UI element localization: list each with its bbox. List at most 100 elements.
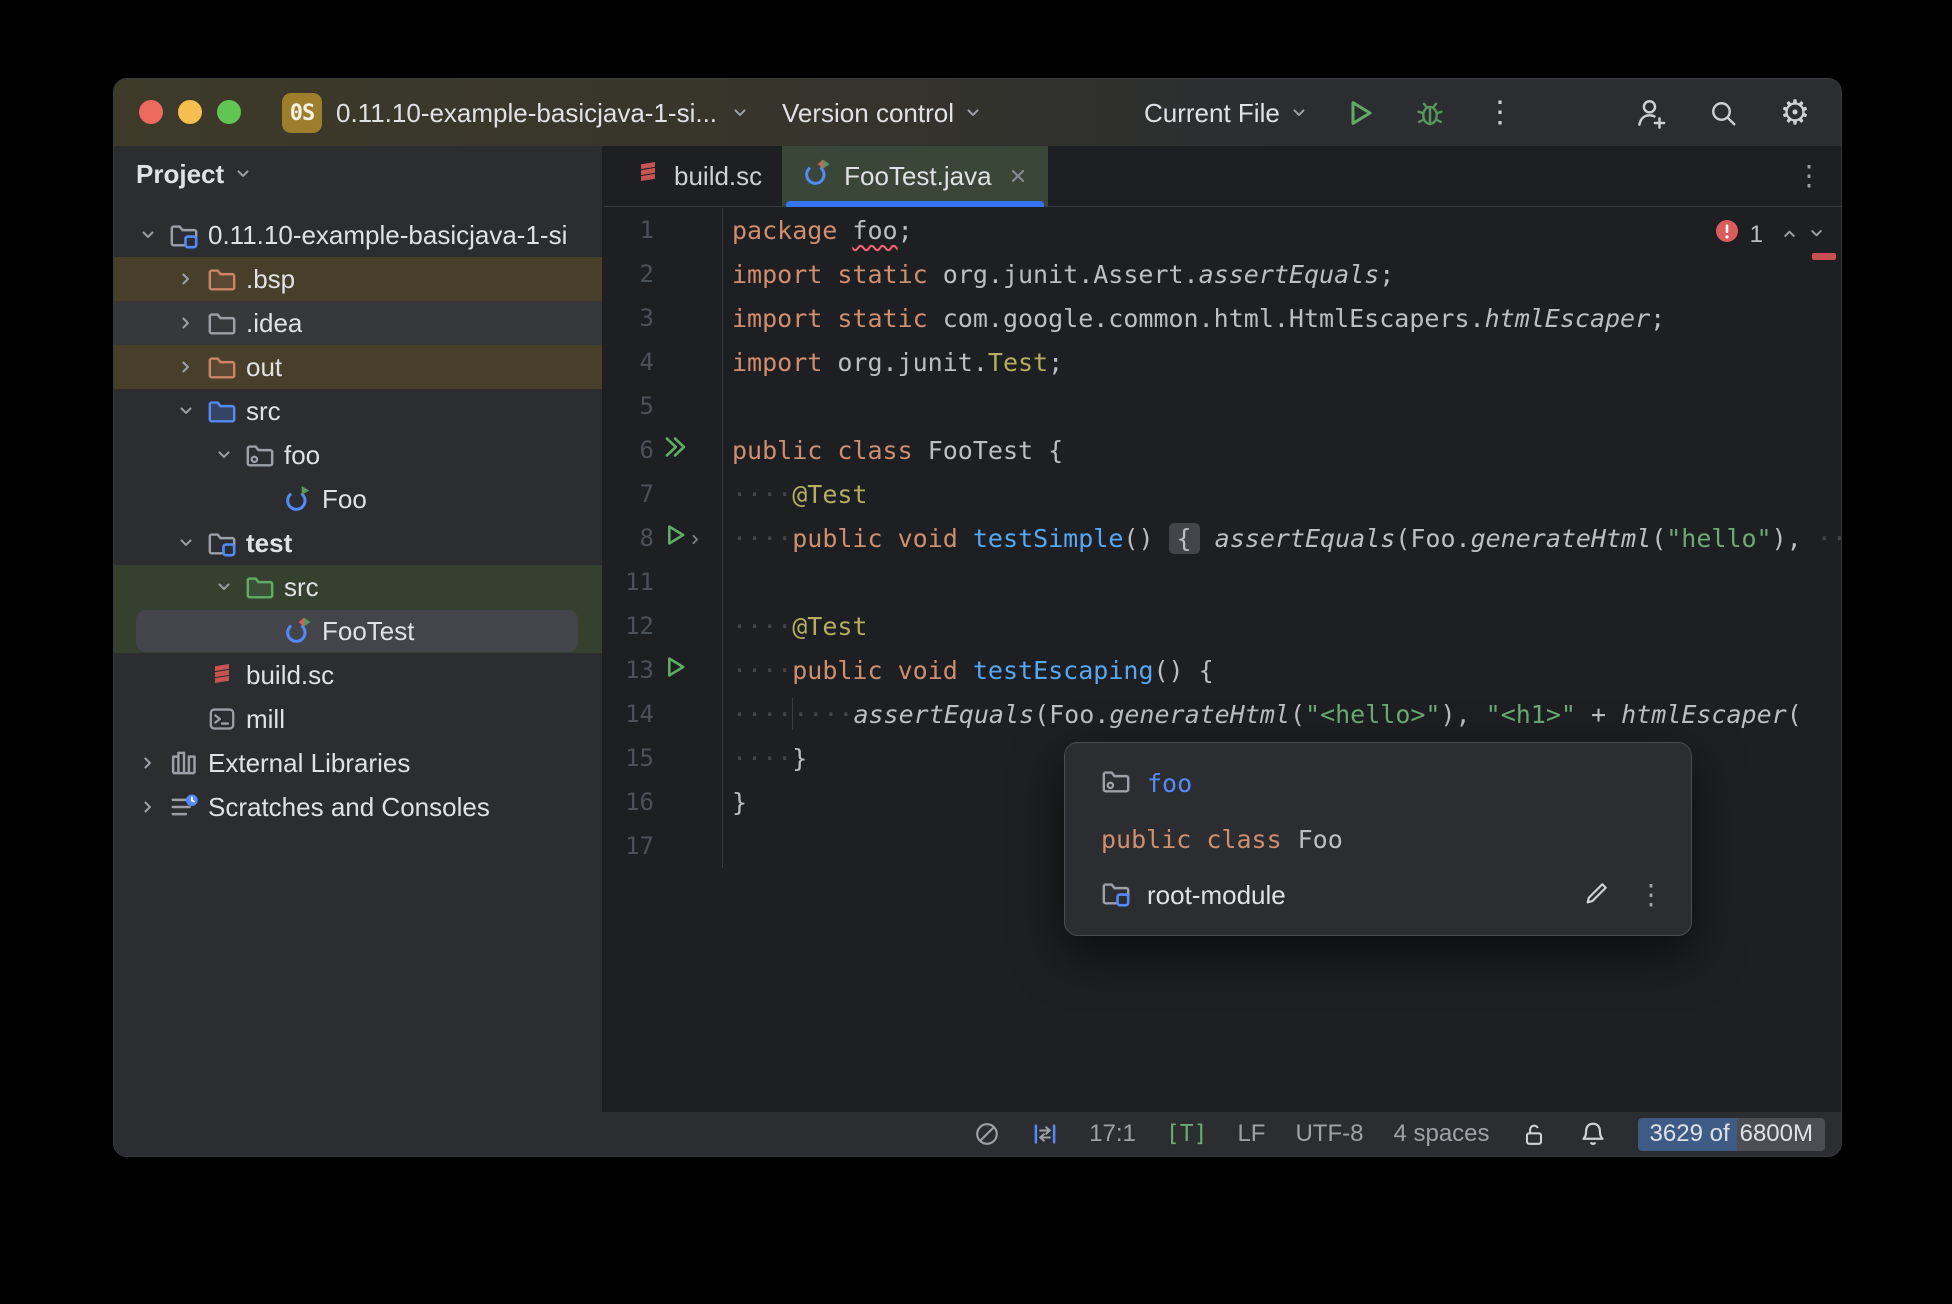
code-line-4[interactable]: 4 import org.junit. Test;: [604, 340, 1841, 384]
code-token: import: [732, 347, 823, 377]
tree-item-foo[interactable]: foo: [114, 433, 602, 477]
chevron-down-icon[interactable]: [168, 402, 204, 420]
run-all-icon[interactable]: [662, 434, 688, 466]
folded-region[interactable]: {: [1168, 522, 1200, 554]
tree-item-scratches-and-consoles[interactable]: Scratches and Consoles: [114, 785, 602, 829]
code-line-5[interactable]: 5: [604, 384, 1841, 428]
inspections-widget[interactable]: 1: [1714, 218, 1825, 251]
indent-setting[interactable]: 4 spaces: [1393, 1120, 1489, 1148]
tree-item-idea[interactable]: .idea: [114, 301, 602, 345]
code-line-7[interactable]: 7 ···· @Test: [604, 472, 1841, 516]
chevron-right-icon[interactable]: [168, 358, 204, 376]
chevron-right-icon[interactable]: [130, 798, 166, 816]
window-close-button[interactable]: [139, 100, 163, 124]
memory-total: 6800M: [1736, 1117, 1825, 1151]
next-error-icon[interactable]: [1808, 221, 1825, 249]
tree-item-footest[interactable]: FooTest: [114, 609, 602, 653]
code-token: generateHtml: [1470, 523, 1652, 553]
chevron-down-icon[interactable]: [206, 578, 242, 596]
code-token: static: [837, 259, 928, 289]
chevron-down-icon: [234, 159, 252, 190]
memory-indicator[interactable]: 3629 of 6800M: [1637, 1117, 1825, 1151]
tree-item-label: foo: [284, 439, 321, 470]
project-view-label: Project: [136, 158, 225, 189]
window-minimize-button[interactable]: [178, 100, 202, 124]
chevron-right-icon[interactable]: [168, 314, 204, 332]
code-line-2[interactable]: 2 import static org.junit.Assert. assertEq…: [604, 252, 1841, 296]
tree-item-src[interactable]: src: [114, 565, 602, 609]
close-icon[interactable]: [1008, 166, 1028, 186]
code-text: [722, 384, 1841, 428]
tree-item-src[interactable]: src: [114, 389, 602, 433]
tab-build-sc[interactable]: build.sc: [614, 146, 782, 206]
bell-icon[interactable]: [1578, 1119, 1608, 1149]
settings-button[interactable]: ⚙: [1767, 91, 1823, 135]
run-icon[interactable]: [662, 522, 688, 554]
code-line-11[interactable]: 11: [604, 560, 1841, 604]
code-line-3[interactable]: 3 import static com.google.common.html.Ht…: [604, 296, 1841, 340]
gutter-icons: [654, 522, 722, 554]
tree-item-foo[interactable]: Foo: [114, 477, 602, 521]
gutter: 2: [604, 252, 722, 296]
chevron-right-icon[interactable]: [130, 754, 166, 772]
chevron-down-icon[interactable]: [130, 226, 166, 244]
fold-arrow-icon[interactable]: [688, 524, 703, 553]
project-widget[interactable]: 0S 0.11.10-example-basicjava-1-si...: [282, 91, 749, 135]
tree-item-mill[interactable]: mill: [114, 697, 602, 741]
search-button[interactable]: [1695, 91, 1751, 135]
line-separator[interactable]: LF: [1237, 1120, 1265, 1148]
package-link[interactable]: foo: [1147, 769, 1192, 798]
bidirectional-text-icon[interactable]: [1031, 1120, 1059, 1148]
error-icon: [1714, 218, 1740, 251]
unlock-icon[interactable]: [1520, 1120, 1548, 1148]
kebab-icon[interactable]: ⋮: [1637, 881, 1665, 909]
run-icon[interactable]: [662, 654, 688, 686]
run-configuration-widget[interactable]: Current File: [1144, 91, 1308, 135]
code-token: package: [732, 215, 838, 245]
chevron-down-icon[interactable]: [206, 446, 242, 464]
caret-position[interactable]: 17:1: [1089, 1120, 1136, 1148]
code-line-13[interactable]: 13 ···· public void testEscaping() {: [604, 648, 1841, 692]
tab-footest-java[interactable]: FooTest.java: [782, 146, 1048, 207]
line-number: 3: [639, 304, 654, 332]
highlighting-level-icon[interactable]: [973, 1120, 1001, 1148]
gutter: 13: [604, 648, 722, 692]
previous-error-icon[interactable]: [1781, 221, 1798, 249]
chevron-down-icon[interactable]: [168, 534, 204, 552]
run-button[interactable]: [1332, 91, 1388, 135]
vcs-widget[interactable]: Version control: [782, 91, 982, 135]
chevron-down-icon: [731, 98, 749, 129]
tree-item-test[interactable]: test: [114, 521, 602, 565]
code-line-6[interactable]: 6 public class FooTest {: [604, 428, 1841, 472]
code-line-8[interactable]: 8 ···· public void testSimple() { assertEq…: [604, 516, 1841, 560]
project-view-selector[interactable]: Project: [114, 146, 602, 202]
tree-item-external-libraries[interactable]: External Libraries: [114, 741, 602, 785]
gutter: 7: [604, 472, 722, 516]
code-line-14[interactable]: 14 ···· ···· assertEquals (Foo. generateHtml(…: [604, 692, 1841, 736]
code-token: static: [837, 303, 928, 333]
tree-item-out[interactable]: out: [114, 345, 602, 389]
t-badge[interactable]: [T]: [1166, 1121, 1208, 1147]
line-number: 11: [625, 568, 654, 596]
code-line-1[interactable]: 1 package foo;: [604, 208, 1841, 252]
chevron-right-icon[interactable]: [168, 270, 204, 288]
tree-item-bsp[interactable]: .bsp: [114, 257, 602, 301]
code-line-12[interactable]: 12 ···· @Test: [604, 604, 1841, 648]
window-zoom-button[interactable]: [217, 100, 241, 124]
code-text: [722, 560, 1841, 604]
edit-icon[interactable]: [1583, 879, 1611, 912]
test-class-icon: [280, 616, 316, 646]
code-token: testEscaping: [972, 655, 1154, 685]
tree-item-build-sc[interactable]: build.sc: [114, 653, 602, 697]
popup-signature-row: public class Foo: [1065, 811, 1691, 867]
add-user-button[interactable]: [1623, 91, 1679, 135]
file-encoding[interactable]: UTF-8: [1295, 1120, 1363, 1148]
debug-button[interactable]: [1402, 91, 1458, 135]
more-actions-button[interactable]: ⋮: [1472, 91, 1528, 135]
tab-options-button[interactable]: ⋮: [1795, 146, 1823, 206]
tree-item-0-11-10-example-basicjava-1-si[interactable]: 0.11.10-example-basicjava-1-si: [114, 213, 602, 257]
line-number: 8: [639, 524, 654, 552]
code-editor[interactable]: 1 package foo; 2 import static org.junit.As…: [604, 206, 1841, 1112]
gutter-icons: [654, 434, 722, 466]
